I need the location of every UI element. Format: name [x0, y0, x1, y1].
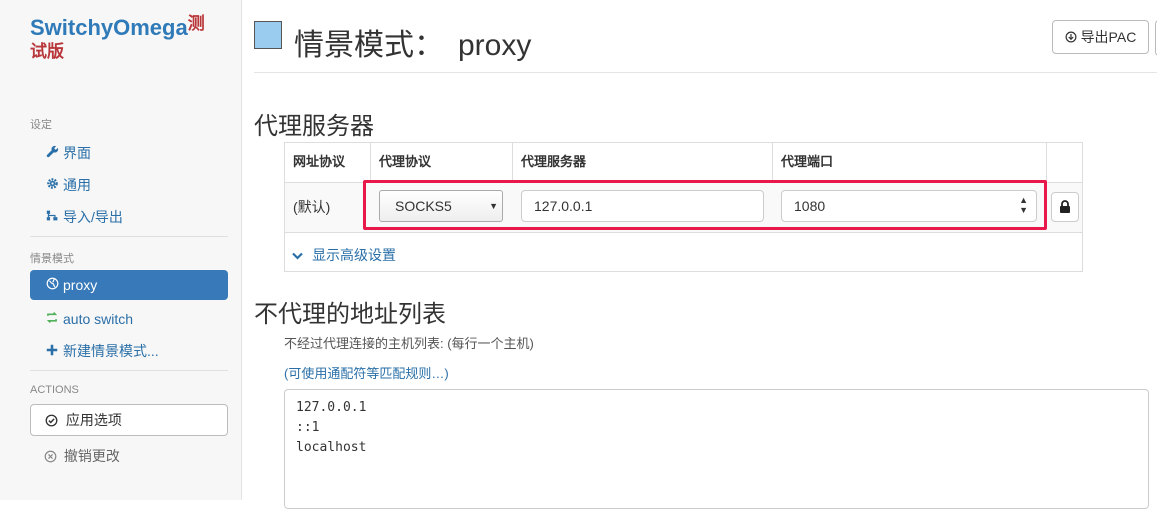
sidebar-item-import-export[interactable]: 导入/导出	[30, 202, 228, 232]
page-title-prefix: 情景模式：	[294, 29, 444, 62]
profile-color-swatch[interactable]	[254, 21, 282, 49]
wrench-icon	[44, 138, 60, 168]
sidebar-item-label: auto switch	[63, 311, 134, 327]
close-circle-icon	[44, 448, 61, 464]
sidebar-item-label: 通用	[63, 177, 91, 193]
sidebar-item-proxy[interactable]: proxy	[30, 270, 228, 300]
column-header-server: 代理服务器	[521, 154, 587, 169]
bypass-list-textarea[interactable]: 127.0.0.1 ::1 localhost	[284, 389, 1149, 509]
proxy-servers-title: 代理服务器	[254, 113, 374, 140]
actions-section-title: ACTIONS	[30, 384, 79, 396]
discard-changes-link[interactable]: 撤销更改	[44, 446, 120, 466]
sidebar: SwitchyOmega测 试版 设定 界面 通用 导入/导出 情景模式 pro…	[0, 0, 242, 500]
bypass-list-note: 不经过代理连接的主机列表: (每行一个主机)	[284, 336, 534, 351]
show-advanced-settings-link[interactable]: 显示高级设置	[292, 245, 396, 265]
spinner-icon[interactable]: ▲ ▼	[1019, 195, 1028, 215]
column-header-scheme: 网址协议	[293, 154, 346, 169]
brand-badge-bottom: 试版	[30, 42, 64, 61]
brand-logo[interactable]: SwitchyOmega测 试版	[30, 14, 205, 63]
export-pac-button[interactable]: 导出PAC	[1052, 20, 1149, 54]
export-pac-label: 导出PAC	[1080, 29, 1137, 45]
refresh-icon	[44, 304, 60, 334]
brand-name: SwitchyOmega	[30, 15, 188, 40]
sidebar-divider	[30, 370, 228, 371]
discard-changes-label: 撤销更改	[63, 448, 120, 464]
proxy-server-value: 127.0.0.1	[534, 198, 593, 214]
proxy-server-input[interactable]: 127.0.0.1	[521, 190, 764, 222]
column-header-port: 代理端口	[781, 154, 834, 169]
column-header-protocol: 代理协议	[379, 154, 432, 169]
download-icon	[1065, 29, 1081, 45]
proxy-protocol-select[interactable]: SOCKS5 ▼	[379, 190, 503, 222]
apply-options-label: 应用选项	[65, 412, 122, 428]
bypass-list-title: 不代理的地址列表	[254, 301, 446, 328]
chevron-down-icon: ▼	[489, 201, 498, 211]
sidebar-item-label: 导入/导出	[63, 209, 123, 225]
plus-icon	[44, 336, 60, 366]
table-header-row: 网址协议 代理协议 代理服务器 代理端口	[285, 143, 1082, 183]
sidebar-item-label: 新建情景模式...	[63, 343, 159, 359]
proxy-protocol-value: SOCKS5	[395, 198, 452, 214]
proxy-port-input[interactable]: 1080 ▲ ▼	[781, 190, 1037, 222]
proxy-port-value: 1080	[794, 198, 826, 214]
globe-icon	[44, 270, 60, 300]
page-title-profile-name: proxy	[458, 29, 532, 62]
sitemap-icon	[44, 202, 60, 232]
gear-icon	[44, 170, 60, 200]
chevron-down-icon	[292, 251, 306, 263]
wildcard-rules-link[interactable]: (可使用通配符等匹配规则…)	[284, 363, 449, 382]
auth-lock-button[interactable]	[1051, 192, 1079, 222]
header-divider	[254, 72, 1157, 73]
sidebar-divider	[30, 236, 228, 237]
show-advanced-settings-label: 显示高级设置	[312, 247, 397, 263]
sidebar-item-auto-switch[interactable]: auto switch	[30, 304, 228, 334]
settings-section-title: 设定	[30, 119, 52, 131]
page-title: 情景模式： proxy	[294, 20, 531, 64]
profiles-section-title: 情景模式	[30, 253, 74, 265]
proxy-servers-table: 网址协议 代理协议 代理服务器 代理端口 (默认) SOCKS5 ▼ 127.0…	[284, 142, 1083, 272]
sidebar-item-new-profile[interactable]: 新建情景模式...	[30, 336, 228, 366]
sidebar-item-interface[interactable]: 界面	[30, 138, 228, 168]
brand-badge-top: 测	[187, 14, 205, 33]
sidebar-item-general[interactable]: 通用	[30, 170, 228, 200]
scheme-cell: (默认)	[293, 199, 331, 215]
table-row: (默认) SOCKS5 ▼ 127.0.0.1 1080 ▲ ▼	[285, 183, 1082, 233]
apply-options-button[interactable]: 应用选项	[30, 404, 228, 436]
sidebar-item-label: 界面	[63, 145, 91, 161]
check-circle-icon	[45, 412, 62, 428]
sidebar-item-label: proxy	[63, 277, 98, 293]
